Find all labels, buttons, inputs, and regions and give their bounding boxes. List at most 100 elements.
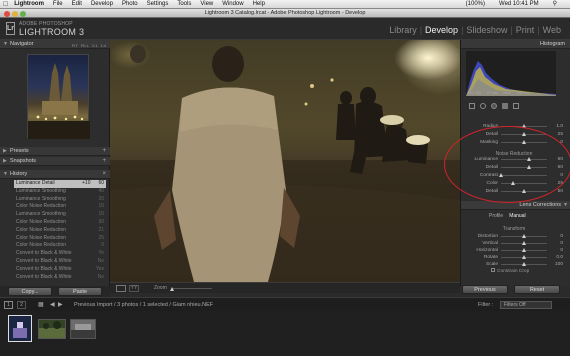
slider-value[interactable]: 0	[549, 247, 563, 254]
filmstrip-thumb[interactable]	[70, 319, 96, 339]
history-item-label: Convert to Black & White	[16, 265, 72, 272]
history-item-label: Color Noise Reduction	[16, 234, 67, 241]
forward-arrow-icon[interactable]: ▶	[58, 298, 63, 312]
filter-label: Filter :	[478, 302, 494, 308]
slider-value[interactable]: 100	[549, 261, 563, 268]
zoom-fit[interactable]: FIT	[72, 41, 78, 50]
previous-button[interactable]: Previous	[462, 285, 508, 294]
menu-app-name[interactable]: Lightroom	[14, 0, 44, 9]
add-snapshot-icon[interactable]: +	[102, 157, 106, 166]
minimize-window-icon[interactable]	[12, 11, 18, 17]
clock[interactable]: Wed 10:41 PM	[499, 0, 539, 9]
menu-edit[interactable]: Edit	[72, 0, 82, 9]
filmstrip-thumb[interactable]	[8, 315, 32, 342]
checkbox-icon[interactable]	[491, 268, 495, 272]
slider-track[interactable]	[501, 262, 547, 266]
menu-file[interactable]: File	[53, 0, 63, 9]
zoom-1-1[interactable]: 1:1	[92, 41, 98, 50]
adjustment-brush-icon[interactable]	[513, 103, 519, 109]
filmstrip-source-path[interactable]: Previous Import / 3 photos / 1 selected …	[74, 298, 213, 312]
aperture: f/3.5	[503, 91, 511, 95]
slider-track[interactable]	[501, 241, 547, 245]
spotlight-icon[interactable]: ⚲	[553, 0, 557, 9]
navigator-preview[interactable]	[27, 54, 90, 139]
zoom-fill[interactable]: FILL	[81, 41, 89, 50]
module-print[interactable]: Print	[513, 25, 538, 35]
menu-tools[interactable]: Tools	[177, 0, 191, 9]
constrain-crop-checkbox[interactable]: Constrain Crop	[491, 268, 529, 274]
zoom-1-4[interactable]: 1:4	[100, 41, 106, 50]
history-item[interactable]: Convert to Black & White Yes	[14, 266, 106, 274]
module-develop[interactable]: Develop	[422, 25, 461, 35]
menu-settings[interactable]: Settings	[147, 0, 169, 9]
history-item[interactable]: Color Noise Reduction 30	[14, 219, 106, 227]
mac-menu-bar:  Lightroom File Edit Develop Photo Sett…	[0, 0, 570, 9]
history-item-values: Yes	[82, 266, 104, 274]
module-web[interactable]: Web	[540, 25, 564, 35]
zoom-slider[interactable]	[172, 288, 212, 289]
add-preset-icon[interactable]: +	[102, 147, 106, 156]
slider-track[interactable]	[501, 234, 547, 238]
slider-knob[interactable]	[522, 241, 526, 245]
slider-value[interactable]: 1.0	[549, 123, 563, 130]
history-item[interactable]: Luminance Detail +10 60	[14, 180, 106, 188]
history-item[interactable]: Color Noise Reduction 0	[14, 242, 106, 250]
presets-header[interactable]: ▶ Presets +	[0, 147, 110, 156]
reset-button[interactable]: Reset	[514, 285, 560, 294]
slider-knob[interactable]	[522, 234, 526, 238]
slider-track[interactable]	[501, 248, 547, 252]
slider-knob[interactable]	[522, 248, 526, 252]
history-item[interactable]: Color Noise Reduction 25	[14, 235, 106, 243]
history-item[interactable]: Convert to Black & White No	[14, 274, 106, 282]
tab-manual[interactable]: Manual	[509, 213, 525, 219]
history-item[interactable]: Convert to Black & White No	[14, 258, 106, 266]
history-item[interactable]: Luminance Smoothing 20	[14, 196, 106, 204]
copy-button[interactable]: Copy...	[8, 287, 52, 296]
crop-tool-icon[interactable]	[469, 103, 475, 109]
slider-knob[interactable]	[522, 255, 526, 259]
graduated-filter-icon[interactable]	[502, 103, 508, 109]
history-item[interactable]: Luminance Smoothing 40	[14, 188, 106, 196]
menu-help[interactable]: Help	[253, 0, 265, 9]
history-item[interactable]: Color Noise Reduction 21	[14, 227, 106, 235]
apple-icon[interactable]: 	[3, 0, 8, 9]
paste-button[interactable]: Paste	[58, 287, 102, 296]
slider-track[interactable]	[501, 255, 547, 259]
history-item[interactable]: Luminance Smoothing 10	[14, 211, 106, 219]
history-item[interactable]: Convert to Black & White Ye	[14, 250, 106, 258]
menu-photo[interactable]: Photo	[122, 0, 138, 9]
history-header[interactable]: ▼ History ×	[0, 170, 110, 179]
grid-view-icon[interactable]: ▦	[38, 298, 44, 312]
histogram-header[interactable]: Histogram	[461, 40, 570, 49]
battery-status[interactable]: (100%)	[466, 0, 485, 9]
page-1-button[interactable]: 1	[4, 301, 13, 309]
history-item-values: +10 60	[82, 180, 104, 188]
histogram[interactable]: ISO 200 17 mm f/3.5 1/60 sec	[466, 51, 556, 96]
zoom-slider-knob[interactable]	[170, 287, 174, 291]
slider-value[interactable]: 0.0	[549, 254, 563, 261]
menu-window[interactable]: Window	[222, 0, 243, 9]
spot-removal-icon[interactable]	[480, 103, 486, 109]
main-photo[interactable]	[110, 40, 460, 282]
menu-view[interactable]: View	[200, 0, 213, 9]
slider-value[interactable]: 0	[549, 240, 563, 247]
history-item[interactable]: Color Noise Reduction 10	[14, 203, 106, 211]
back-arrow-icon[interactable]: ◀	[50, 298, 55, 312]
snapshots-header[interactable]: ▶ Snapshots +	[0, 157, 110, 166]
clear-history-icon[interactable]: ×	[102, 170, 106, 179]
red-eye-icon[interactable]	[491, 103, 497, 109]
page-2-button[interactable]: 2	[17, 301, 26, 309]
filmstrip-thumb[interactable]	[38, 319, 66, 339]
module-slideshow[interactable]: Slideshow	[463, 25, 510, 35]
menu-develop[interactable]: Develop	[91, 0, 113, 9]
zoom-window-icon[interactable]	[20, 11, 26, 17]
navigator-header[interactable]: ▼ Navigator FIT FILL 1:1 1:4	[0, 40, 110, 49]
before-after-icon[interactable]: YY	[129, 285, 139, 292]
slider-value[interactable]: 0	[549, 233, 563, 240]
loupe-view-icon[interactable]	[116, 285, 126, 292]
module-library[interactable]: Library	[386, 25, 420, 35]
close-window-icon[interactable]	[4, 11, 10, 17]
filter-dropdown[interactable]: Filters Off	[500, 301, 552, 309]
slider-knob[interactable]	[522, 262, 526, 266]
tab-profile[interactable]: Profile	[489, 213, 503, 219]
